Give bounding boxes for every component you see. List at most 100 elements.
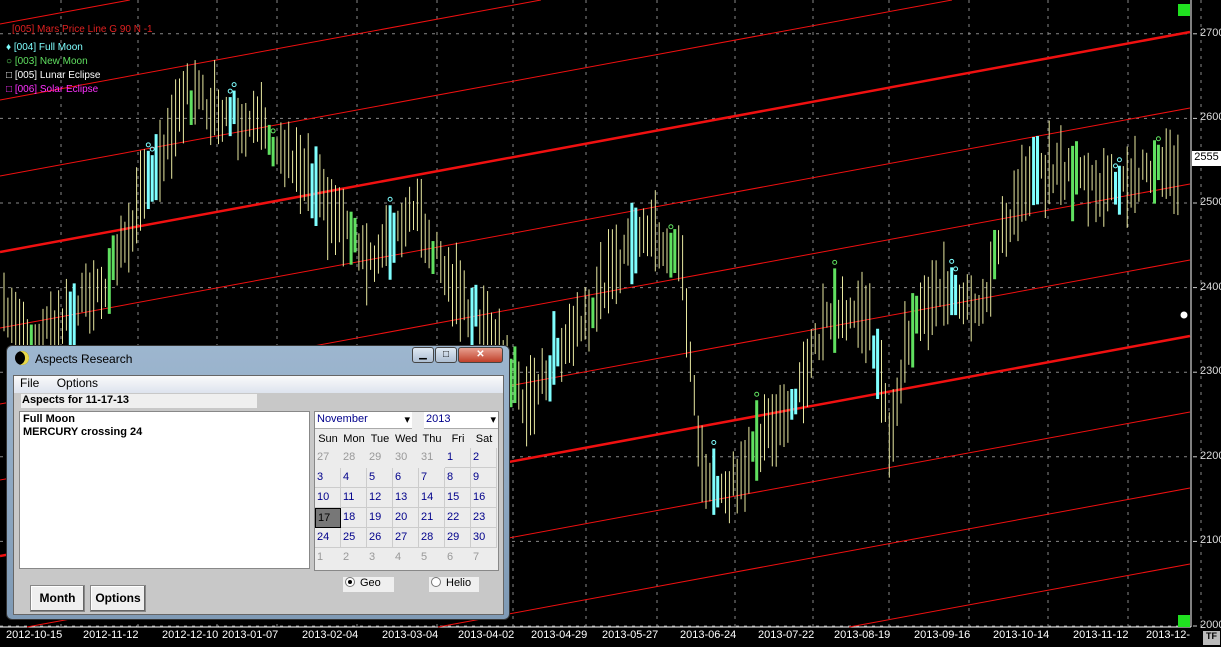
calendar-day[interactable]: 11 [341,488,367,508]
full-moon-marker [711,439,717,445]
calendar-day[interactable]: 28 [341,448,367,468]
calendar-day[interactable]: 4 [393,548,419,568]
calendar-day[interactable]: 29 [445,528,471,548]
full-moon-marker [231,82,237,88]
calendar-day[interactable]: 9 [471,468,497,488]
weekday-header: Thu [422,433,442,445]
cursor-marker [1179,310,1189,320]
legend-solar-eclipse: □ [006] Solar Eclipse [6,84,99,95]
month-select[interactable]: November ▾ [315,412,412,429]
calendar-day-selected[interactable]: 17 [315,508,341,528]
calendar-day[interactable]: 24 [315,528,341,548]
calendar-day[interactable]: 18 [341,508,367,528]
year-select[interactable]: 2013 ▾ [424,412,498,429]
maximize-button[interactable]: □ [435,347,457,363]
weekday-header: Sun [318,433,338,445]
y-tick-label: 2700 [1200,26,1221,39]
y-tick-label: 2300 [1200,365,1221,378]
menu-bar: File Options [14,376,503,393]
calendar-day[interactable]: 14 [419,488,445,508]
calendar-day[interactable]: 28 [419,528,445,548]
new-moon-marker [270,128,276,134]
calendar-day[interactable]: 30 [471,528,497,548]
calendar-day[interactable]: 3 [315,468,341,488]
calendar-day[interactable]: 13 [393,488,419,508]
weekday-header: Mon [343,433,365,445]
weekday-header: Sat [475,433,493,445]
y-tick-label: 2500 [1200,196,1221,208]
calendar-day[interactable]: 27 [393,528,419,548]
calendar-day[interactable]: 12 [367,488,393,508]
minimize-button[interactable]: ▁ [412,347,434,363]
aspect-item: Full Moon [23,413,75,425]
calendar-day[interactable]: 15 [445,488,471,508]
mars-price-line [438,487,1191,628]
y-tick-label: 2100 [1200,534,1221,547]
x-tick-label: 2013-07-22 [758,629,815,641]
calendar-day[interactable]: 6 [445,548,471,568]
menu-options[interactable]: Options [57,376,98,390]
weekday-header: Wed [395,433,418,445]
calendar-day[interactable]: 31 [419,448,445,468]
calendar-day[interactable]: 7 [471,548,497,568]
calendar: November ▾ 2013 ▾ Sun Mon Tue Wed Thu Fri Sat 27 2… [314,411,499,571]
calendar-day[interactable]: 1 [445,448,471,468]
y-tick-label: 2600 [1200,111,1221,124]
x-tick-label: 2012-10-15 [6,629,63,641]
y-tick-label: 2000 [1200,619,1221,631]
calendar-day[interactable]: 27 [315,448,341,468]
calendar-day[interactable]: 1 [315,548,341,568]
calendar-day[interactable]: 5 [367,468,393,488]
calendar-day[interactable]: 7 [419,468,445,488]
x-tick-label: 2013-02-04 [302,629,359,641]
calendar-day[interactable]: 26 [367,528,393,548]
legend-mars-price-line: [005] Mars Price Line G 90 N -1 [12,24,153,35]
calendar-day[interactable]: 21 [419,508,445,528]
x-tick-label: 2013-09-16 [914,629,971,641]
mars-price-line [849,563,1191,628]
calendar-day[interactable]: 30 [393,448,419,468]
y-tick-label: 2400 [1200,280,1221,293]
menu-file[interactable]: File [20,376,39,390]
geo-radio[interactable]: Geo [343,577,394,592]
calendar-day[interactable]: 10 [315,488,341,508]
dialog-client: File Options Aspects for 11-17-13 Full M… [13,375,504,615]
calendar-day[interactable]: 22 [445,508,471,528]
calendar-day[interactable]: 4 [341,468,367,488]
calendar-day[interactable]: 2 [341,548,367,568]
mars-price-line [0,30,1191,254]
x-tick-label: 2013-04-02 [458,629,515,641]
calendar-day[interactable]: 16 [471,488,497,508]
full-moon-marker [953,266,959,272]
mars-price-line [0,0,130,25]
x-tick-label: 2013-06-24 [680,629,737,641]
calendar-grid: Sun Mon Tue Wed Thu Fri Sat 27 28 29 30 31 1 2 3 4 5 6 7 8 9… [315,430,497,568]
aspects-header: Aspects for 11-17-13 [21,394,257,408]
helio-radio[interactable]: Helio [429,577,479,592]
last-price-label: 2555 [1192,151,1221,166]
calendar-day[interactable]: 5 [419,548,445,568]
month-button[interactable]: Month [30,585,85,612]
close-button[interactable]: ✕ [458,347,503,363]
full-moon-marker [949,258,955,264]
calendar-day[interactable]: 25 [341,528,367,548]
calendar-day[interactable]: 6 [393,468,419,488]
full-moon-marker [387,196,393,202]
calendar-day[interactable]: 19 [367,508,393,528]
calendar-day[interactable]: 23 [471,508,497,528]
calendar-day[interactable]: 29 [367,448,393,468]
calendar-day[interactable]: 3 [367,548,393,568]
x-tick-label: 2013-03-04 [382,629,439,641]
tf-button[interactable]: TF [1203,631,1220,645]
new-moon-marker [1155,136,1161,142]
x-tick-label: 2013-04-29 [531,629,588,641]
x-tick-label: 2013-11-12 [1073,629,1129,641]
calendar-day[interactable]: 20 [393,508,419,528]
options-button[interactable]: Options [90,585,146,612]
new-moon-marker [832,259,838,265]
calendar-day[interactable]: 8 [445,468,471,488]
aspects-list[interactable]: Full Moon MERCURY crossing 24 [19,411,310,569]
calendar-day[interactable]: 2 [471,448,497,468]
legend-full-moon: ♦ [004] Full Moon [6,42,83,53]
new-moon-marker [668,224,674,230]
